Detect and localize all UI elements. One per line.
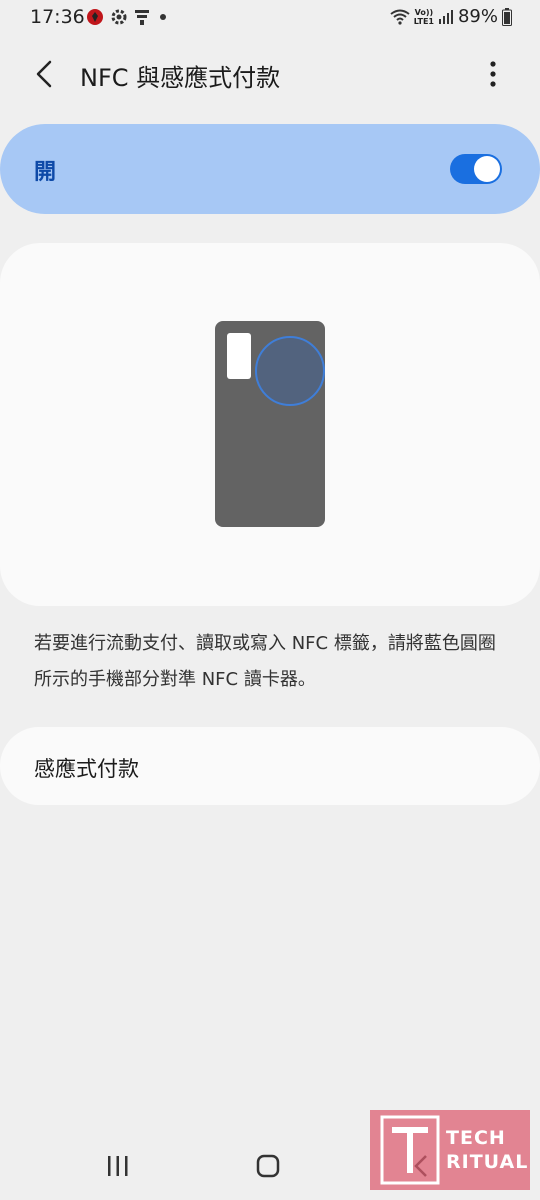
tap-and-pay-label: 感應式付款: [34, 757, 139, 781]
nfc-master-switch-bar[interactable]: 開: [0, 124, 540, 214]
toggle-knob: [474, 156, 500, 182]
status-icons-right: Vo)) LTE1 89%: [390, 6, 512, 27]
watermark-text: TECH RITUAL: [446, 1126, 528, 1174]
network-type: Vo)) LTE1: [414, 8, 434, 26]
signal-icon: [438, 9, 453, 24]
home-icon[interactable]: [250, 1152, 286, 1180]
page-title: NFC 與感應式付款: [80, 64, 281, 92]
status-bar: 17:36 Vo)) LTE1 89%: [0, 0, 540, 34]
app-header: NFC 與感應式付款: [0, 40, 540, 110]
phone-back-illustration: [215, 321, 325, 527]
lte-label: LTE1: [413, 16, 434, 26]
battery-icon: [502, 7, 512, 26]
recent-apps-icon[interactable]: [100, 1152, 136, 1180]
dot-icon: [160, 14, 166, 20]
camera-module: [227, 333, 251, 379]
volte-label: Vo)): [414, 7, 434, 17]
game-icon: [87, 9, 103, 25]
more-vert-icon[interactable]: [478, 58, 508, 92]
tap-and-pay-item[interactable]: 感應式付款: [0, 727, 540, 805]
watermark-line1: TECH: [446, 1127, 506, 1149]
watermark-logo: TECH RITUAL: [370, 1110, 530, 1190]
nfc-toggle-switch[interactable]: [450, 154, 502, 184]
status-icons-left: [86, 8, 166, 26]
nfc-description: 若要進行流動支付、讀取或寫入 NFC 標籤，請將藍色圓圈所示的手機部分對準 NF…: [34, 633, 496, 690]
nfc-area-circle: [255, 336, 325, 406]
gear-icon: [111, 9, 127, 25]
wifi-icon: [390, 9, 410, 25]
status-time: 17:36: [30, 6, 85, 28]
notification-icon: [135, 10, 149, 25]
tech-ritual-logo-icon: [380, 1115, 440, 1185]
nfc-switch-label: 開: [34, 160, 57, 185]
back-arrow-icon[interactable]: [28, 56, 64, 92]
watermark-line2: RITUAL: [446, 1151, 529, 1173]
battery-percent: 89%: [457, 6, 498, 27]
nfc-illustration-card: [0, 243, 540, 606]
